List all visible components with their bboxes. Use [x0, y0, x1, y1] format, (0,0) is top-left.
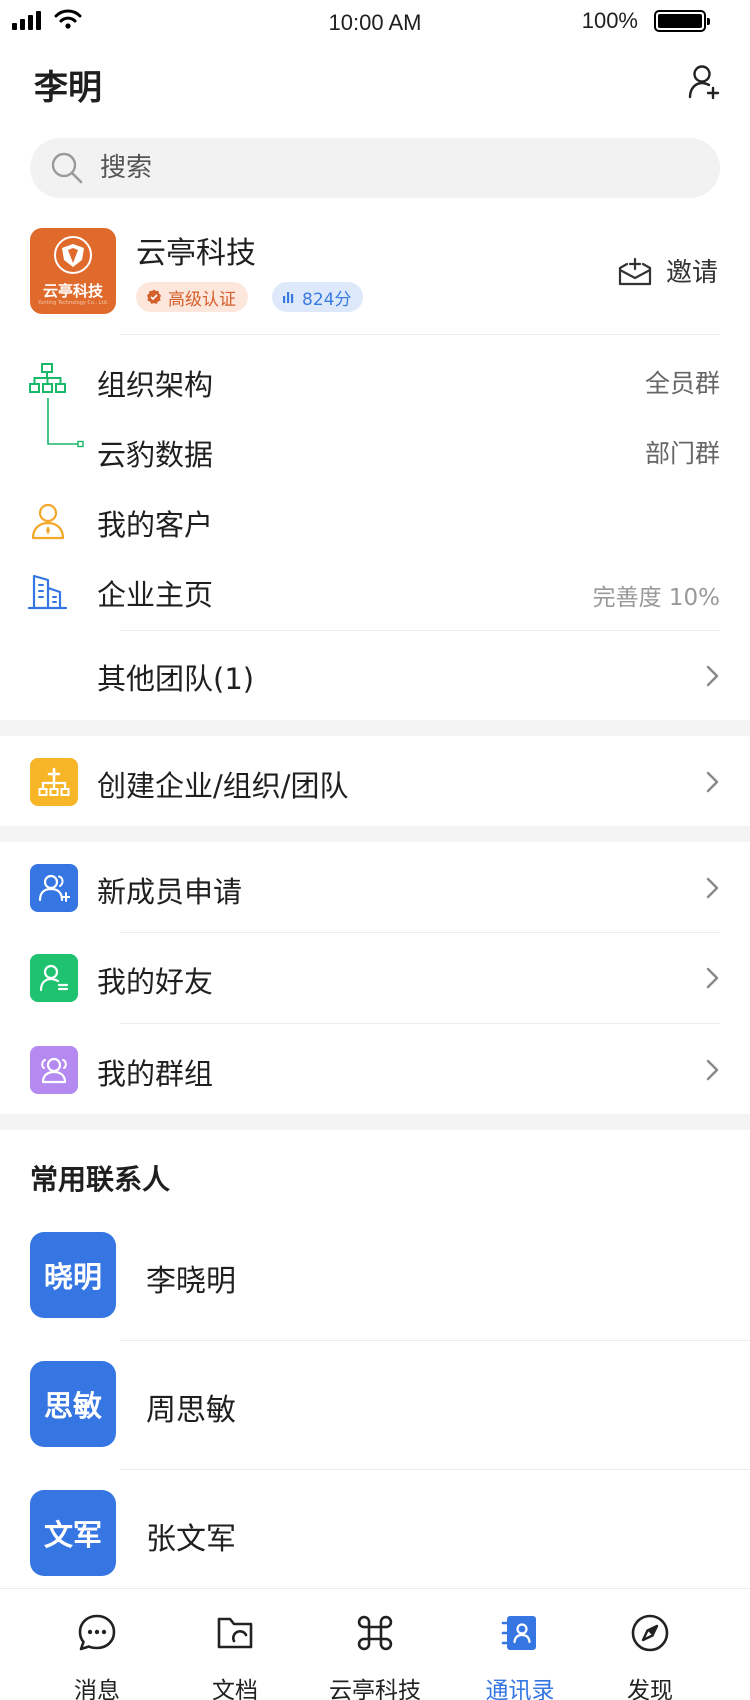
customer-icon: [31, 503, 65, 540]
avatar[interactable]: 文军: [30, 1490, 116, 1576]
verified-icon: [147, 289, 161, 304]
org-structure-icon: [29, 363, 66, 393]
new-member-tile[interactable]: [30, 864, 78, 912]
my-groups-label[interactable]: 我的群组: [97, 1051, 213, 1093]
search-input[interactable]: [100, 153, 660, 183]
other-teams-label[interactable]: 其他团队(1): [97, 656, 254, 698]
status-bar: 10:00 AM 100%: [0, 0, 750, 44]
search-icon: [51, 152, 83, 184]
chevron-right-icon: [706, 967, 719, 989]
invite-button[interactable]: 邀请: [618, 252, 718, 289]
new-member-icon: [38, 874, 70, 902]
org-structure-label[interactable]: 组织架构: [97, 362, 213, 404]
tab-label: 文档: [212, 1678, 258, 1700]
contact-name[interactable]: 周思敏: [146, 1385, 236, 1429]
divider: [120, 1340, 750, 1341]
contacts-icon: [501, 1616, 536, 1650]
tree-connector-icon: [47, 398, 84, 448]
friends-tile[interactable]: [30, 954, 78, 1002]
company-name[interactable]: 云亭科技: [136, 228, 256, 272]
mail-invite-icon: [618, 257, 652, 285]
company-logo-subtext: Yunting Technology Co., Ltd.: [37, 300, 109, 306]
command-icon: [357, 1615, 393, 1651]
page-title: 李明: [34, 68, 102, 108]
divider: [120, 1469, 750, 1470]
divider: [120, 630, 720, 631]
all-staff-group-link[interactable]: 全员群: [645, 364, 720, 400]
friend-icon: [39, 964, 69, 992]
groups-tile[interactable]: [30, 1046, 78, 1094]
new-member-request-label[interactable]: 新成员申请: [97, 869, 242, 911]
create-org-tile[interactable]: [30, 758, 78, 806]
certification-label: 高级认证: [168, 289, 236, 310]
search-bar[interactable]: [30, 138, 720, 198]
section-gap: [0, 720, 750, 736]
certification-badge[interactable]: 高级认证: [136, 282, 248, 312]
chevron-right-icon: [706, 665, 719, 687]
section-gap: [0, 826, 750, 842]
avatar[interactable]: 晓明: [30, 1232, 116, 1318]
chevron-right-icon: [706, 771, 719, 793]
company-homepage-label[interactable]: 企业主页: [97, 572, 213, 614]
divider: [120, 334, 720, 335]
create-org-label[interactable]: 创建企业/组织/团队: [97, 763, 349, 805]
profile-completeness: 完善度 10%: [592, 585, 720, 611]
sub-department-label[interactable]: 云豹数据: [97, 432, 213, 474]
score-label: 824分: [302, 289, 352, 310]
divider: [120, 932, 720, 933]
add-user-icon[interactable]: [688, 64, 722, 100]
tab-label: 云亭科技: [329, 1678, 421, 1700]
my-customers-label[interactable]: 我的客户: [97, 502, 213, 544]
frequent-contacts-title: 常用联系人: [30, 1163, 171, 1196]
tab-label: 通讯录: [485, 1678, 555, 1700]
contact-name[interactable]: 张文军: [146, 1514, 236, 1558]
shield-logo-icon: [54, 236, 92, 274]
building-icon: [28, 574, 68, 610]
battery-percent: 100%: [581, 8, 638, 33]
section-gap: [0, 1114, 750, 1130]
invite-label: 邀请: [666, 258, 719, 288]
avatar[interactable]: 思敏: [30, 1361, 116, 1447]
bar-chart-icon: [283, 292, 294, 303]
tab-label: 消息: [74, 1678, 120, 1700]
battery-icon: [654, 10, 710, 32]
my-friends-label[interactable]: 我的好友: [97, 959, 213, 1001]
score-badge[interactable]: 824分: [272, 282, 364, 312]
company-logo-text: 云亭科技: [42, 282, 103, 300]
department-group-link[interactable]: 部门群: [645, 434, 720, 470]
divider: [120, 1023, 720, 1024]
chevron-right-icon: [706, 1059, 719, 1081]
chevron-right-icon: [706, 877, 719, 899]
contact-name[interactable]: 李晓明: [146, 1256, 236, 1300]
compass-icon: [631, 1614, 669, 1652]
company-logo[interactable]: 云亭科技 Yunting Technology Co., Ltd.: [30, 228, 116, 314]
tab-bar: 消息 文档 云亭科技 通讯录 发现: [0, 1588, 750, 1700]
folder-icon: [217, 1617, 253, 1649]
group-icon: [41, 1057, 67, 1084]
org-add-icon: [38, 767, 70, 796]
tab-label: 发现: [627, 1678, 673, 1700]
chat-icon: [78, 1614, 116, 1651]
